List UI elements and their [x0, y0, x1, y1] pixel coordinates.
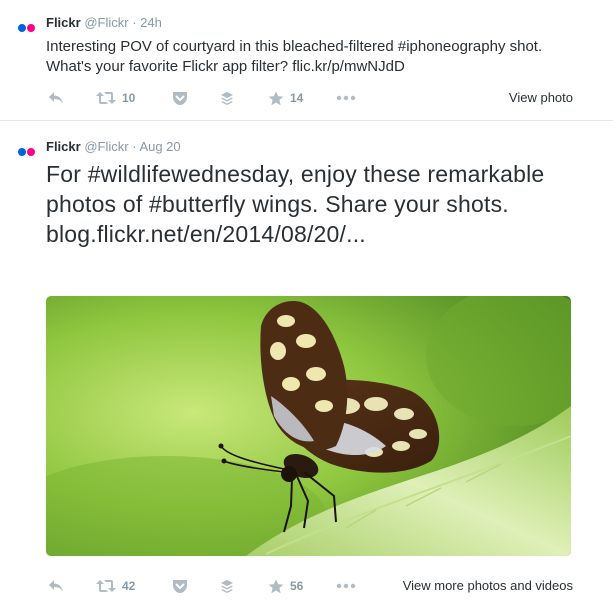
- view-photo-link[interactable]: View photo: [509, 88, 573, 108]
- author-handle[interactable]: @Flickr: [84, 139, 128, 154]
- tweet-timestamp[interactable]: Aug 20: [139, 139, 180, 154]
- buffer-icon: [221, 580, 233, 593]
- more-button[interactable]: [336, 576, 356, 596]
- flickr-blue-dot: [18, 24, 26, 32]
- author-handle[interactable]: @Flickr: [84, 15, 128, 30]
- more-button[interactable]: [336, 88, 356, 108]
- flickr-blue-dot: [18, 148, 26, 156]
- flickr-logo-avatar[interactable]: [18, 24, 40, 34]
- tweet-header: Flickr @Flickr · 24h: [46, 15, 162, 31]
- reply-button[interactable]: [48, 576, 64, 596]
- buffer-button[interactable]: [220, 88, 234, 108]
- more-icon: [336, 583, 356, 589]
- favorite-icon: [268, 579, 284, 593]
- pocket-icon: [173, 91, 187, 105]
- save-to-pocket-button[interactable]: [172, 576, 188, 596]
- buffer-button[interactable]: [220, 576, 234, 596]
- reply-icon: [49, 92, 63, 104]
- tweet-text: For #wildlifewednesday, enjoy these rema…: [46, 161, 545, 247]
- author-name[interactable]: Flickr: [46, 15, 81, 30]
- favorite-count: 56: [290, 579, 304, 593]
- header-separator: ·: [132, 15, 137, 30]
- retweet-count: 42: [122, 579, 136, 593]
- pocket-icon: [173, 579, 187, 593]
- retweet-icon: [96, 580, 116, 592]
- favorite-count: 14: [290, 91, 304, 105]
- butterfly-photo[interactable]: [46, 296, 571, 556]
- buffer-icon: [221, 92, 233, 105]
- tweet-divider: [0, 120, 613, 121]
- flickr-pink-dot: [27, 148, 35, 156]
- header-separator: ·: [132, 139, 137, 154]
- view-more-photos-link[interactable]: View more photos and videos: [403, 576, 573, 596]
- tweet-timestamp[interactable]: 24h: [140, 15, 162, 30]
- retweet-icon: [96, 92, 116, 104]
- flickr-logo-avatar[interactable]: [18, 148, 40, 158]
- favorite-icon: [268, 91, 284, 105]
- tweet-header: Flickr @Flickr · Aug 20: [46, 139, 181, 155]
- retweet-button[interactable]: 10: [96, 88, 135, 108]
- favorite-button[interactable]: 56: [268, 576, 303, 596]
- more-icon: [336, 95, 356, 101]
- tweet-text: Interesting POV of courtyard in this ble…: [46, 38, 543, 75]
- tweet-actions: 42 56 View more photos and videos: [46, 576, 573, 596]
- favorite-button[interactable]: 14: [268, 88, 303, 108]
- retweet-count: 10: [122, 91, 136, 105]
- reply-icon: [49, 580, 63, 592]
- save-to-pocket-button[interactable]: [172, 88, 188, 108]
- author-name[interactable]: Flickr: [46, 139, 81, 154]
- retweet-button[interactable]: 42: [96, 576, 135, 596]
- tweet-actions: 10 14 View photo: [46, 88, 573, 108]
- butterfly-image: [46, 296, 571, 556]
- reply-button[interactable]: [48, 88, 64, 108]
- flickr-pink-dot: [27, 24, 35, 32]
